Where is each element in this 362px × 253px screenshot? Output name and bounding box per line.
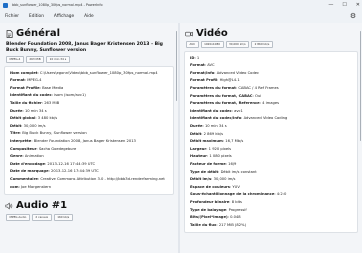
window-title: bbb_sunflower_1080p_30fps_normal.mp4 - P…: [12, 3, 103, 7]
video-tags: AVC 1920x1080 30,000 im/s 2 869 kb/s: [186, 41, 356, 48]
general-details-card: Nom complet: C:\Users\egonn\Video\bbb_su…: [4, 65, 174, 196]
tag-audio-bitrate: 160 kb/s: [53, 214, 73, 221]
window-controls: — ☐ ✕: [328, 0, 360, 10]
document-icon: [5, 30, 13, 38]
detail-row: Format Profile: Base Media: [10, 85, 64, 90]
detail-row: Date d'encodage: 2013-12-16 17:44:39 UTC: [10, 161, 96, 166]
app-icon: [3, 2, 8, 8]
tag-audio-channels: 2 canaux: [31, 214, 52, 221]
audio-tags: MPEG Audio 2 canaux 160 kb/s: [6, 214, 172, 221]
general-title: Général: [16, 28, 60, 39]
detail-row: com: Joe Morgenstern: [10, 184, 52, 189]
general-subtitle: Blender Foundation 2008, Janus Bager Kri…: [6, 42, 163, 53]
detail-row: Durée: 10 min 34 s: [10, 108, 47, 113]
video-title: Vidéo: [196, 28, 228, 39]
detail-row: Format: AVC: [190, 63, 215, 68]
detail-row: Titre: Big Buck Bunny, Sunflower version: [10, 131, 87, 136]
video-panel: Vidéo AVC 1920x1080 30,000 im/s 2 869 kb…: [180, 23, 362, 253]
detail-row: Paramètres du format, CABAC: Oui: [190, 93, 262, 98]
detail-row: Taille du flux: 217 MiB (82%): [190, 222, 247, 227]
menu-fichier[interactable]: Fichier: [5, 14, 19, 19]
tag-duration: 10 min 34 s: [46, 56, 70, 63]
tag-video-framerate: 30,000 im/s: [225, 41, 250, 48]
detail-row: Commentaire: Creative Commons Attributio…: [10, 177, 165, 181]
detail-row: Espace de couleurs: YUV: [190, 184, 240, 189]
tag-size: 263 MiB: [25, 56, 45, 63]
detail-row: Type de débit: Débit im/s constant: [190, 169, 257, 174]
menu-edition[interactable]: Edition: [29, 14, 44, 19]
close-icon[interactable]: ✕: [356, 0, 360, 10]
tag-video-resolution: 1920x1080: [200, 41, 224, 48]
detail-row: Débit global: 3 480 kb/s: [10, 116, 58, 121]
menu-bar: Fichier Edition Affichage Aide ⚙: [0, 10, 362, 23]
maximize-icon[interactable]: ☐: [342, 0, 346, 10]
detail-row: Type de balayage: Progressif: [190, 207, 247, 212]
general-tags: MPEG-4 263 MiB 10 min 34 s: [6, 56, 172, 63]
detail-row: Débit: 30,000 im/s: [10, 123, 46, 128]
left-scrollbar[interactable]: [175, 31, 177, 101]
detail-row: Bits/(Pixel*Image): 0.048: [190, 215, 241, 220]
detail-row: Compositeur: Sacha Goedegebure: [10, 146, 77, 151]
detail-row: Débit: 2 869 kb/s: [190, 131, 224, 136]
menu-affichage[interactable]: Affichage: [54, 14, 74, 19]
detail-row: Paramètres du format, Reference: 4 image…: [190, 101, 280, 106]
detail-row: Taille du fichier: 263 MiB: [10, 101, 60, 106]
title-bar: bbb_sunflower_1080p_30fps_normal.mp4 - P…: [0, 0, 362, 10]
video-header: Vidéo: [185, 28, 362, 40]
detail-row: Format Profil: High@L4.1: [190, 78, 240, 83]
detail-row: Profondeur binaire: 8 bits: [190, 199, 242, 204]
video-camera-icon: [185, 30, 193, 38]
detail-row: Largeur: 1 920 pixels: [190, 146, 232, 151]
detail-row: ID: 1: [190, 55, 200, 60]
detail-row: Nom complet: C:\Users\egonn\Video\bbb_su…: [10, 70, 158, 75]
minimize-icon[interactable]: —: [328, 0, 333, 10]
general-header: Général: [5, 28, 178, 40]
detail-row: Format/Info: Advanced Video Codec: [190, 70, 260, 75]
audio-title: Audio #1: [16, 200, 68, 212]
detail-row: Hauteur: 1 080 pixels: [190, 154, 232, 159]
tag-audio-format: MPEG Audio: [6, 214, 30, 221]
tag-video-bitrate: 2 869 kb/s: [251, 41, 273, 48]
detail-row: Identifiant du codec: isom (isom/avc1): [10, 93, 86, 98]
general-panel: Général Blender Foundation 2008, Janus B…: [0, 23, 178, 253]
detail-row: Genre: Animation: [10, 154, 44, 159]
tag-format: MPEG-4: [6, 56, 24, 63]
detail-row: Sous-échantillonnage de la chrominance: …: [190, 192, 287, 197]
detail-row: Date de marquage: 2013-12-16 17:44:39 UT…: [10, 169, 99, 174]
video-details-card: ID: 1 Format: AVC Format/Info: Advanced …: [184, 50, 358, 234]
detail-row: Débit maximum: 16,7 Mb/s: [190, 139, 244, 144]
speaker-icon: [5, 202, 13, 210]
detail-row: Facteur de forme: 16/9: [190, 162, 237, 166]
detail-row: Paramètres du format: CABAC / 4 Ref Fram…: [190, 86, 279, 91]
detail-row: Durée: 10 min 34 s: [190, 124, 227, 129]
tag-video-format: AVC: [186, 41, 199, 48]
detail-row: Identifiant du codec/Info: Advanced Vide…: [190, 116, 288, 121]
detail-row: Identifiant du codec: avc1: [190, 108, 243, 113]
menu-aide[interactable]: Aide: [84, 14, 94, 19]
settings-gear-icon[interactable]: ⚙: [349, 12, 357, 20]
detail-row: Format: MPEG-4: [10, 78, 42, 83]
detail-row: Interprète: Blender Foundation 2008, Jan…: [10, 139, 136, 144]
right-scrollbar[interactable]: [359, 31, 361, 141]
audio-header: Audio #1: [5, 200, 178, 212]
detail-row: Débit im/s: 30,000 im/s: [190, 177, 236, 182]
